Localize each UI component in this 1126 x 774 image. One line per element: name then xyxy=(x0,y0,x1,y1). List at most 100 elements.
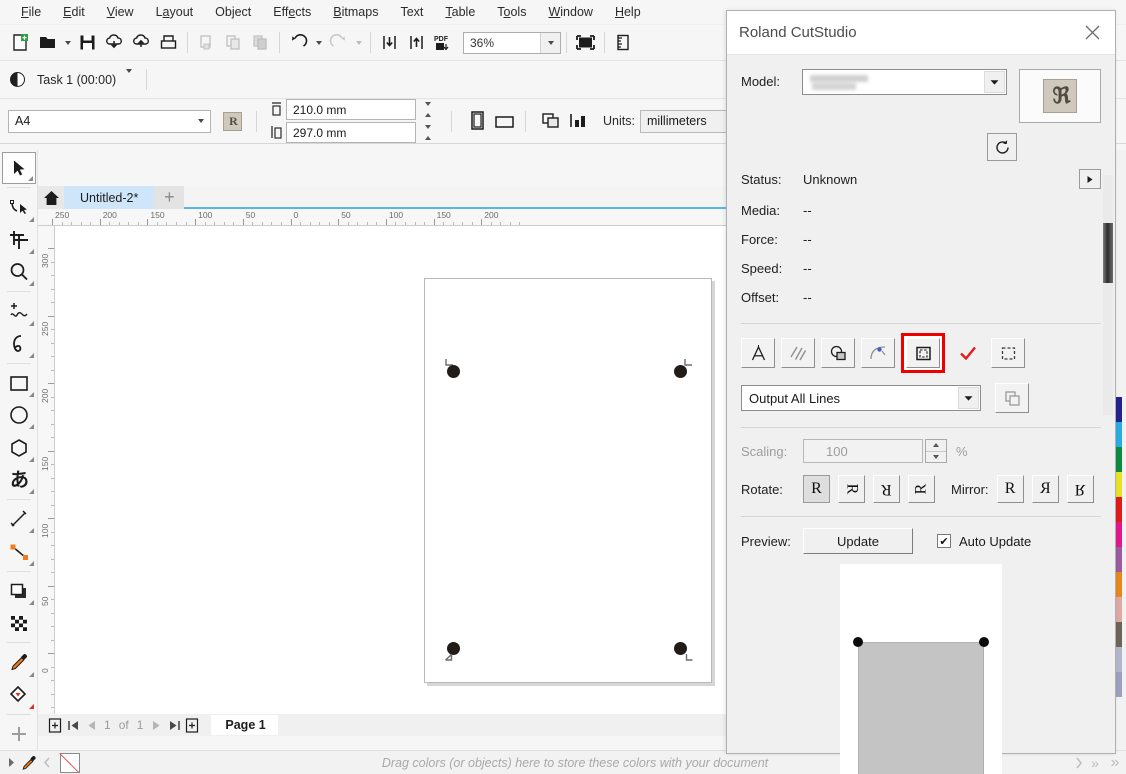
tool-artistic-media[interactable] xyxy=(2,328,36,360)
options-ruler-icon[interactable] xyxy=(610,29,637,56)
add-page-before-icon[interactable] xyxy=(46,716,64,734)
cutstudio-preview-area[interactable] xyxy=(728,556,1114,774)
page-height-stepper[interactable] xyxy=(417,122,439,143)
rotate-270-button[interactable]: R xyxy=(908,475,935,503)
palette-scroll-left-icon[interactable] xyxy=(40,755,54,771)
redo-icon[interactable] xyxy=(325,29,352,56)
print-icon[interactable] xyxy=(155,29,182,56)
next-page-icon[interactable] xyxy=(147,716,165,734)
document-tab-untitled-2[interactable]: Untitled-2* xyxy=(64,186,155,209)
copy-icon[interactable] xyxy=(220,29,247,56)
portrait-orientation-button[interactable] xyxy=(463,108,490,135)
preview-selected-object[interactable] xyxy=(858,642,984,774)
current-page-number[interactable]: 1 xyxy=(100,718,115,732)
undo-icon[interactable] xyxy=(285,29,312,56)
select-all-button[interactable] xyxy=(991,338,1025,368)
model-combo[interactable] xyxy=(801,69,1007,95)
tool-shape[interactable] xyxy=(2,191,36,223)
hatch-fill-button[interactable] xyxy=(781,338,815,368)
menu-item-bitmaps[interactable]: Bitmaps xyxy=(322,2,389,22)
palette-expand-more-icon[interactable]: » xyxy=(1086,755,1104,771)
previous-page-icon[interactable] xyxy=(82,716,100,734)
output-lines-dropdown-icon[interactable] xyxy=(958,387,979,409)
tool-zoom[interactable] xyxy=(2,256,36,288)
tool-pick[interactable] xyxy=(1,152,36,185)
page-size-combo[interactable]: A4 xyxy=(8,109,211,133)
preview-handle-top-right[interactable] xyxy=(979,637,989,647)
menu-item-table[interactable]: Table xyxy=(434,2,486,22)
registration-mark-top-left[interactable] xyxy=(443,357,473,386)
menu-item-file[interactable]: File xyxy=(10,2,52,22)
import-cloud-icon[interactable] xyxy=(101,29,128,56)
menu-item-help[interactable]: Help xyxy=(604,2,652,22)
zoom-dropdown-icon[interactable] xyxy=(540,32,560,53)
page-layout-icon[interactable] xyxy=(537,108,564,135)
tool-transparency[interactable] xyxy=(2,607,36,639)
first-page-icon[interactable] xyxy=(64,716,82,734)
import-icon[interactable] xyxy=(376,29,403,56)
preview-handle-top-left[interactable] xyxy=(853,637,863,647)
document-page[interactable] xyxy=(424,278,712,683)
task-toggle-icon[interactable] xyxy=(10,72,25,87)
registration-mark-top-right[interactable] xyxy=(667,357,697,386)
curve-smooth-button[interactable] xyxy=(861,338,895,368)
tool-straight-line-connector[interactable] xyxy=(2,535,36,567)
refresh-status-button[interactable] xyxy=(987,133,1017,161)
weld-shapes-button[interactable] xyxy=(821,338,855,368)
cut-area-button[interactable] xyxy=(906,338,940,368)
mirror-vertical-button[interactable]: R xyxy=(1066,475,1094,503)
scaling-stepper[interactable] xyxy=(925,439,947,463)
page-background-icon[interactable] xyxy=(564,108,591,135)
tool-color-eyedropper[interactable] xyxy=(2,646,36,678)
new-document-icon[interactable] xyxy=(7,29,34,56)
landscape-orientation-button[interactable] xyxy=(490,108,517,135)
palette-eyedropper-icon[interactable] xyxy=(18,753,40,773)
menu-item-layout[interactable]: Layout xyxy=(145,2,205,22)
undo-dropdown-icon[interactable] xyxy=(312,29,325,56)
rotate-90-button[interactable]: R xyxy=(838,475,865,503)
mirror-none-button[interactable]: R xyxy=(996,475,1024,503)
menu-item-tools[interactable]: Tools xyxy=(486,2,537,22)
update-preview-button[interactable]: Update xyxy=(803,528,913,554)
expand-status-icon[interactable] xyxy=(1079,169,1101,189)
tool-add[interactable] xyxy=(2,718,36,750)
export-cloud-icon[interactable] xyxy=(128,29,155,56)
tool-ellipse[interactable] xyxy=(2,399,36,431)
cutstudio-scrollbar-thumb[interactable] xyxy=(1103,223,1113,283)
scaling-input[interactable]: 100 xyxy=(803,439,923,463)
confirm-button[interactable] xyxy=(951,338,985,368)
rotate-180-button[interactable]: R xyxy=(873,475,900,503)
palette-show-all-icon[interactable]: » xyxy=(1104,754,1126,771)
tool-rectangle[interactable] xyxy=(2,367,36,399)
roland-cutstudio-launch-icon[interactable]: R xyxy=(219,108,246,135)
cut-icon[interactable] xyxy=(193,29,220,56)
paste-icon[interactable] xyxy=(247,29,274,56)
menu-item-effects[interactable]: Effects xyxy=(262,2,322,22)
redo-dropdown-icon[interactable] xyxy=(352,29,365,56)
tool-parallel-dimension[interactable] xyxy=(2,503,36,535)
export-icon[interactable] xyxy=(403,29,430,56)
no-color-swatch[interactable] xyxy=(60,752,80,773)
palette-scroll-right-icon[interactable] xyxy=(1070,755,1086,771)
last-page-icon[interactable] xyxy=(165,716,183,734)
text-outline-button[interactable] xyxy=(741,338,775,368)
tool-freehand[interactable] xyxy=(2,295,36,327)
palette-expand-icon[interactable] xyxy=(4,755,18,771)
task-dropdown-icon[interactable] xyxy=(126,68,133,87)
add-page-after-icon[interactable] xyxy=(183,716,201,734)
close-icon[interactable] xyxy=(1077,18,1107,48)
registration-mark-bottom-left[interactable] xyxy=(443,639,473,670)
save-icon[interactable] xyxy=(74,29,101,56)
export-pdf-icon[interactable]: PDF xyxy=(430,29,457,56)
page-size-dropdown-icon[interactable] xyxy=(191,111,210,132)
tool-drop-shadow[interactable] xyxy=(2,575,36,607)
duplicate-cut-button[interactable] xyxy=(995,383,1029,413)
zoom-level-combo[interactable]: 36% xyxy=(463,31,561,54)
tool-interactive-fill[interactable] xyxy=(2,679,36,711)
tool-polygon[interactable] xyxy=(2,431,36,463)
menu-item-view[interactable]: View xyxy=(96,2,145,22)
registration-mark-bottom-right[interactable] xyxy=(667,639,697,670)
page-width-input[interactable]: 210.0 mm xyxy=(286,99,416,120)
output-lines-combo[interactable]: Output All Lines xyxy=(741,385,981,411)
page-tab-page-1[interactable]: Page 1 xyxy=(211,715,278,735)
